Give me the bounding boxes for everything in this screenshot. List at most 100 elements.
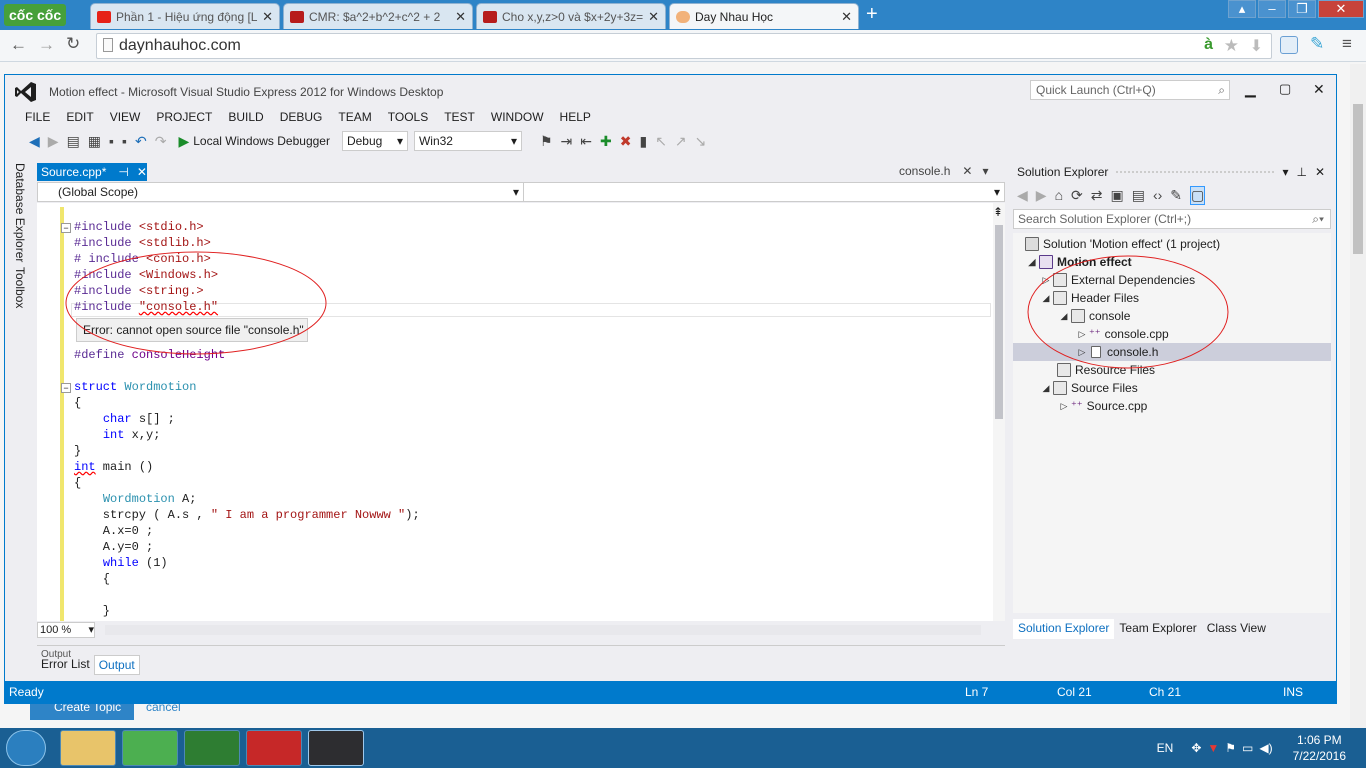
user-icon[interactable]: ▴ — [1228, 0, 1256, 18]
split-icon[interactable]: ⇞ — [993, 205, 1003, 219]
close-icon[interactable]: ✕ — [137, 165, 147, 179]
forward-icon[interactable]: ▶ — [1036, 187, 1047, 204]
show-all-files-icon[interactable]: ▤ — [1132, 187, 1145, 204]
menu-tools[interactable]: TOOLS — [380, 108, 436, 126]
find-icon[interactable]: ⚑ — [540, 133, 553, 150]
tree-solution[interactable]: Solution 'Motion effect' (1 project) — [1025, 235, 1220, 253]
excel-icon[interactable] — [184, 730, 240, 766]
page-scrollbar-thumb[interactable] — [1353, 104, 1363, 254]
uncomment-icon[interactable]: ✖ — [620, 133, 632, 150]
browser-tab[interactable]: Cho x,y,z>0 và $x+2y+3z= ✕ — [476, 3, 666, 29]
clock[interactable]: 1:06 PM 7/22/2016 — [1293, 732, 1346, 764]
coccoc-dictionary-icon[interactable]: à — [1204, 36, 1213, 54]
zoom-select[interactable]: 100 % ▾ — [37, 622, 95, 638]
new-tab-button[interactable]: + — [866, 4, 878, 24]
start-button[interactable] — [6, 730, 46, 766]
tab-team-explorer[interactable]: Team Explorer — [1114, 619, 1201, 639]
database-explorer-tab[interactable]: Database Explorer — [13, 163, 27, 262]
member-select[interactable]: ▾ — [524, 183, 1004, 201]
flag-icon[interactable]: ⚑ — [1225, 741, 1236, 755]
clear-bookmarks-icon[interactable]: ↘ — [695, 133, 707, 150]
close-icon[interactable]: ✕ — [1315, 165, 1325, 179]
close-icon[interactable]: ✕ — [1313, 81, 1325, 98]
platform-select[interactable]: Win32 ▾ — [413, 131, 522, 151]
tab-output[interactable]: Output — [93, 655, 140, 675]
url-input[interactable]: daynhauhoc.com à ★ ⬇ — [96, 33, 1272, 59]
browser-tab[interactable]: Phần 1 - Hiệu ứng động [L ✕ — [90, 3, 280, 29]
back-icon[interactable]: ◀ — [1017, 187, 1028, 204]
collapse-icon[interactable]: − — [61, 383, 71, 393]
view-code-icon[interactable]: ‹› — [1153, 187, 1162, 203]
extension-icon[interactable] — [1280, 36, 1298, 54]
debugger-target-button[interactable]: Local Windows Debugger — [193, 134, 330, 148]
menu-team[interactable]: TEAM — [330, 108, 379, 126]
horizontal-scrollbar[interactable] — [105, 625, 981, 635]
visual-studio-icon[interactable] — [308, 730, 364, 766]
star-icon[interactable]: ★ — [1224, 36, 1239, 56]
configuration-select[interactable]: Debug ▾ — [341, 131, 408, 151]
reload-icon[interactable]: ↻ — [66, 34, 80, 54]
minimize-icon[interactable]: – — [1258, 0, 1286, 18]
menu-build[interactable]: BUILD — [220, 108, 271, 126]
menu-view[interactable]: VIEW — [102, 108, 149, 126]
tab-class-view[interactable]: Class View — [1202, 619, 1271, 639]
forward-icon[interactable]: → — [38, 35, 55, 55]
kaspersky-icon[interactable] — [246, 730, 302, 766]
antivirus-icon[interactable]: ▼ — [1207, 741, 1219, 755]
redo-icon[interactable]: ↷ — [155, 133, 167, 150]
maximize-icon[interactable]: ▢ — [1279, 81, 1291, 97]
menu-window[interactable]: WINDOW — [483, 108, 552, 126]
coccoc-browser-icon[interactable] — [122, 730, 178, 766]
menu-file[interactable]: FILE — [17, 108, 58, 126]
close-icon[interactable]: ✕ — [451, 9, 466, 25]
pin-icon[interactable]: ⊣ — [118, 165, 128, 179]
file-explorer-icon[interactable] — [60, 730, 116, 766]
coccoc-logo[interactable]: cốc cốc — [4, 4, 67, 26]
tree-source-cpp[interactable]: ▷ ⁺⁺ Source.cpp — [1057, 397, 1148, 415]
pin-icon[interactable]: ⊥ — [1296, 165, 1306, 179]
language-indicator[interactable]: EN — [1157, 741, 1174, 755]
indent-icon[interactable]: ⇥ — [561, 133, 573, 150]
toolbox-tab[interactable]: Toolbox — [13, 267, 27, 308]
tab-source-cpp[interactable]: Source.cpp* ⊣ ✕ — [37, 163, 147, 181]
open-file-icon[interactable]: ▦ — [88, 133, 101, 150]
volume-icon[interactable]: ◀) — [1259, 741, 1272, 755]
back-icon[interactable]: ← — [10, 35, 27, 55]
scope-select[interactable]: (Global Scope) ▾ — [38, 183, 524, 201]
menu-project[interactable]: PROJECT — [148, 108, 220, 126]
next-bookmark-icon[interactable]: ↗ — [675, 133, 687, 150]
navigate-forward-icon[interactable]: ▶ — [48, 133, 59, 150]
page-scrollbar[interactable] — [1350, 64, 1366, 728]
undo-icon[interactable]: ↶ — [135, 133, 147, 150]
prev-bookmark-icon[interactable]: ↖ — [655, 133, 667, 150]
menu-edit[interactable]: EDIT — [58, 108, 101, 126]
start-debug-icon[interactable]: ▶ — [178, 133, 189, 150]
close-icon[interactable]: ✕ — [644, 9, 659, 25]
refresh-icon[interactable]: ⇄ — [1091, 187, 1103, 204]
network-sharing-icon[interactable]: ✥ — [1191, 741, 1201, 755]
close-icon[interactable]: ✕ — [962, 164, 972, 178]
download-icon[interactable]: ⬇ — [1250, 36, 1263, 56]
tab-error-list[interactable]: Error List — [37, 655, 94, 675]
close-icon[interactable]: ✕ — [258, 9, 273, 25]
menu-test[interactable]: TEST — [436, 108, 483, 126]
close-window-button[interactable]: ✕ — [1318, 0, 1364, 18]
solution-explorer-search-input[interactable]: Search Solution Explorer (Ctrl+;) ⌕▾ — [1013, 209, 1331, 229]
quick-launch-input[interactable]: Quick Launch (Ctrl+Q) ⌕ — [1030, 80, 1230, 100]
bookmark-icon[interactable]: ▮ — [639, 133, 647, 150]
menu-icon[interactable]: ≡ — [1342, 34, 1352, 54]
outdent-icon[interactable]: ⇤ — [580, 133, 592, 150]
browser-tab[interactable]: CMR: $a^2+b^2+c^2 + 2 ✕ — [283, 3, 473, 29]
browser-tab-active[interactable]: Day Nhau Học ✕ — [669, 3, 859, 29]
preview-icon[interactable]: ▢ — [1190, 185, 1206, 205]
maximize-icon[interactable]: ❐ — [1288, 0, 1316, 18]
tab-console-h[interactable]: console.h ✕ ▾ — [899, 164, 988, 178]
chevron-down-icon[interactable]: ▾ — [1282, 165, 1288, 179]
chevron-down-icon[interactable]: ▾ — [982, 164, 988, 178]
tree-source-files[interactable]: ◢ Source Files — [1039, 379, 1138, 397]
display-icon[interactable]: ▭ — [1242, 741, 1253, 755]
tab-solution-explorer[interactable]: Solution Explorer — [1013, 619, 1115, 639]
new-project-icon[interactable]: ▤ — [67, 133, 80, 150]
save-all-icon[interactable]: ▪ — [122, 133, 127, 149]
scrollbar-thumb[interactable] — [995, 225, 1003, 419]
